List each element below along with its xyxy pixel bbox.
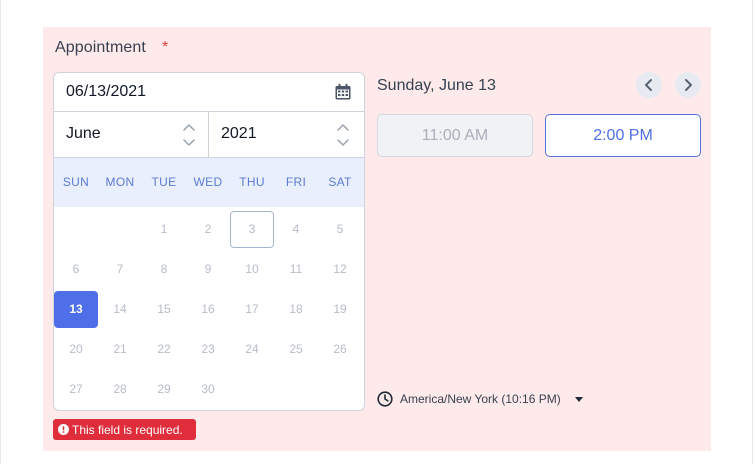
weekday-mon: MON: [105, 175, 135, 189]
time-slot-1100am: 11:00 AM: [377, 114, 533, 157]
chevron-right-icon: [685, 79, 692, 91]
day-cell[interactable]: 2: [186, 211, 230, 248]
day-cell[interactable]: 19: [318, 291, 362, 328]
day-cell[interactable]: 21: [98, 331, 142, 368]
weekday-sun: SUN: [62, 175, 90, 189]
chevron-left-icon: [645, 79, 652, 91]
day-cell[interactable]: 24: [230, 331, 274, 368]
day-cell[interactable]: 14: [98, 291, 142, 328]
day-cell[interactable]: 9: [186, 251, 230, 288]
day-cell[interactable]: 15: [142, 291, 186, 328]
day-cell[interactable]: 22: [142, 331, 186, 368]
weekday-thu: THU: [239, 175, 265, 189]
date-input[interactable]: [54, 73, 324, 111]
month-value: June: [66, 125, 101, 142]
weekday-tue: TUE: [151, 175, 177, 189]
day-cell-today[interactable]: 3: [230, 211, 274, 248]
day-cell-selected[interactable]: 13: [54, 291, 98, 328]
year-value: 2021: [221, 125, 257, 142]
page-frame-left: [0, 0, 1, 464]
day-cell[interactable]: 7: [98, 251, 142, 288]
day-cell[interactable]: 11: [274, 251, 318, 288]
day-cell[interactable]: 4: [274, 211, 318, 248]
day-cell[interactable]: 16: [186, 291, 230, 328]
previous-day-button[interactable]: [636, 72, 662, 98]
calendar-icon[interactable]: [334, 83, 352, 101]
date-input-row: [54, 73, 364, 112]
day-cell[interactable]: 27: [54, 371, 98, 408]
month-select[interactable]: June: [54, 112, 209, 157]
day-cell[interactable]: 26: [318, 331, 362, 368]
day-cell[interactable]: 25: [274, 331, 318, 368]
up-down-chevron-icon[interactable]: [336, 121, 350, 149]
day-cell[interactable]: 5: [318, 211, 362, 248]
weekday-fri: FRI: [285, 175, 307, 189]
field-label: Appointment: [55, 39, 146, 56]
day-cell[interactable]: 18: [274, 291, 318, 328]
time-slot-200pm[interactable]: 2:00 PM: [545, 114, 701, 157]
day-cell[interactable]: 29: [142, 371, 186, 408]
required-asterisk: *: [162, 39, 169, 56]
appointment-field: Appointment * 06/13/2021 June 2021 SUN M…: [43, 27, 711, 451]
month-year-row: June 2021: [54, 112, 364, 158]
up-down-chevron-icon[interactable]: [182, 121, 196, 149]
next-day-button[interactable]: [675, 72, 701, 98]
timezone-label: America/New York (10:16 PM): [400, 392, 561, 406]
error-message: This field is required.: [53, 419, 196, 440]
day-cell[interactable]: 6: [54, 251, 98, 288]
weekday-header: SUN MON TUE WED THU FRI SAT: [54, 158, 364, 207]
weekday-wed: WED: [193, 175, 223, 189]
day-cell[interactable]: 10: [230, 251, 274, 288]
day-cell[interactable]: 17: [230, 291, 274, 328]
weekday-sat: SAT: [328, 175, 352, 189]
error-text: This field is required.: [72, 423, 183, 437]
day-cell[interactable]: 12: [318, 251, 362, 288]
caret-down-icon: [575, 397, 583, 402]
day-cell[interactable]: 30: [186, 371, 230, 408]
date-picker: June 2021 SUN MO: [53, 72, 365, 411]
alert-circle-icon: [58, 424, 69, 435]
day-cell[interactable]: 1: [142, 211, 186, 248]
selected-day-title: Sunday, June 13: [377, 77, 496, 94]
day-cell[interactable]: 20: [54, 331, 98, 368]
day-cell[interactable]: 8: [142, 251, 186, 288]
day-cell[interactable]: 28: [98, 371, 142, 408]
clock-icon: [377, 391, 393, 407]
year-select[interactable]: 2021: [209, 112, 364, 157]
day-cell[interactable]: 23: [186, 331, 230, 368]
page-frame-right: [752, 0, 753, 464]
